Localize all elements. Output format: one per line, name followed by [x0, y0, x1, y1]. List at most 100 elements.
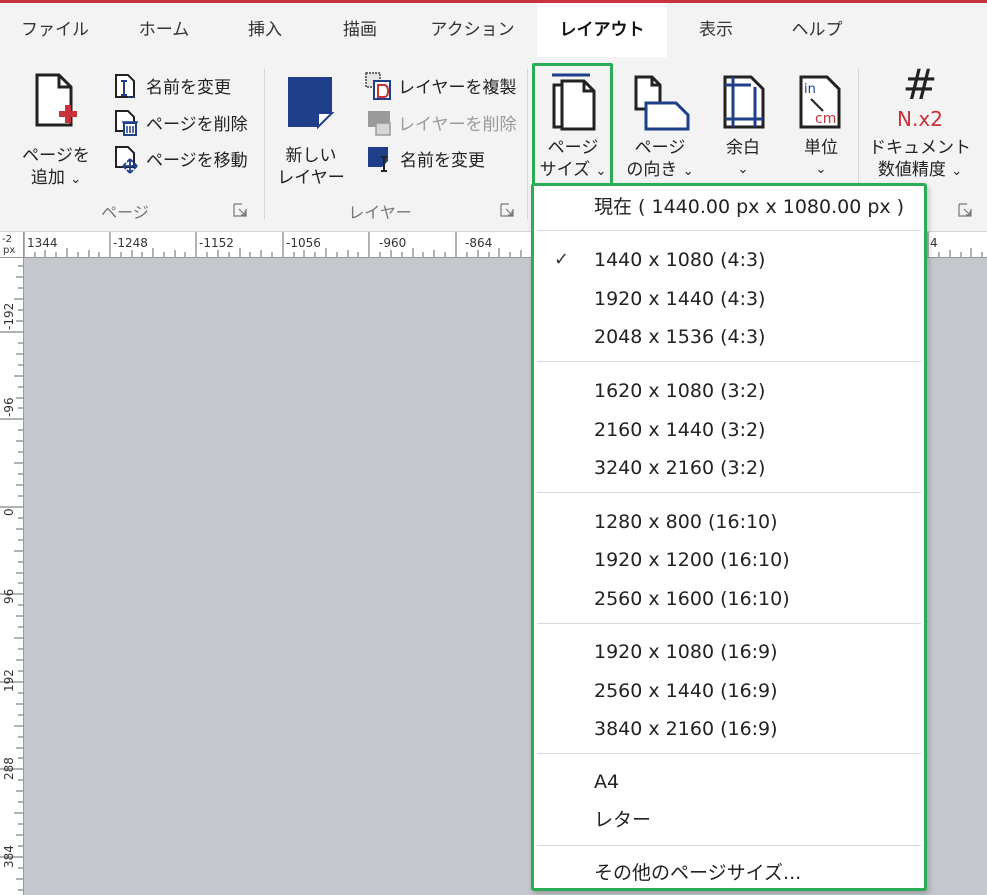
- orientation-label-2: の向き ⌄: [622, 159, 698, 183]
- dialog-launcher-icon[interactable]: [500, 203, 514, 217]
- duplicate-layer-label: レイヤーを複製: [398, 78, 517, 98]
- new-layer-label-1: 新しい: [285, 146, 337, 166]
- menu-item-label: 1920 x 1080 (16:9): [594, 641, 778, 663]
- ruler-tick-label: -960: [379, 236, 407, 250]
- tab-help[interactable]: ヘルプ: [772, 3, 862, 57]
- menu-item-label: 3240 x 2160 (3:2): [594, 457, 766, 479]
- precision-label-1: ドキュメント: [869, 138, 971, 158]
- rename-page-icon: [115, 74, 136, 98]
- menu-item-a4[interactable]: A4: [534, 763, 924, 801]
- menu-item-label: その他のページサイズ...: [594, 862, 802, 884]
- menu-item-label: 2160 x 1440 (3:2): [594, 419, 766, 441]
- menu-item-label: 2048 x 1536 (4:3): [594, 326, 766, 348]
- units-label: 単位: [804, 138, 838, 158]
- tab-insert[interactable]: 挿入: [225, 3, 305, 57]
- group-divider: [527, 69, 528, 219]
- menu-item-2560x1440[interactable]: 2560 x 1440 (16:9): [534, 672, 924, 710]
- chevron-down-icon: ⌄: [815, 162, 827, 177]
- duplicate-layer-icon: [365, 72, 391, 100]
- chevron-down-icon: ⌄: [70, 172, 82, 187]
- menu-item-label: 1440 x 1080 (4:3): [594, 249, 766, 271]
- ruler-tick-label: 1344: [27, 236, 58, 250]
- ruler-tick-label: -1248: [113, 236, 148, 250]
- chevron-down-icon: ⌄: [951, 164, 963, 179]
- ruler-tick-label: 0: [2, 508, 16, 516]
- ruler-tick-label: 192: [2, 669, 16, 692]
- margins-icon: [723, 75, 765, 129]
- vertical-ruler-ticks: [0, 265, 23, 891]
- ruler-tick-label: 288: [2, 757, 16, 780]
- menu-item-2560x1600[interactable]: 2560 x 1600 (16:10): [534, 580, 924, 618]
- tab-action[interactable]: アクション: [420, 3, 525, 57]
- menu-item-label: 1620 x 1080 (3:2): [594, 380, 766, 402]
- dialog-launcher-icon[interactable]: [958, 203, 972, 217]
- menu-item-more-sizes[interactable]: その他のページサイズ...: [534, 854, 924, 892]
- tab-file[interactable]: ファイル: [10, 3, 100, 57]
- rename-layer-icon: [368, 147, 388, 172]
- add-page-label-1: ページを: [22, 146, 90, 166]
- menu-divider: [537, 753, 921, 754]
- rename-layer-label: 名前を変更: [400, 151, 485, 171]
- menu-item-1920x1440[interactable]: 1920 x 1440 (4:3): [534, 280, 924, 318]
- ruler-tick-label: 4: [930, 236, 938, 250]
- precision-label-text: 数値精度: [877, 160, 946, 180]
- menu-item-3840x2160[interactable]: 3840 x 2160 (16:9): [534, 710, 924, 748]
- units-icon: in cm: [799, 75, 841, 129]
- add-page-label-text: 追加: [30, 168, 65, 188]
- units-icon-cm: cm: [815, 111, 836, 127]
- layer-group-label: レイヤー: [348, 203, 412, 222]
- new-layer-label-2: レイヤー: [277, 168, 345, 188]
- tab-draw[interactable]: 描画: [320, 3, 400, 57]
- orientation-label-text: の向き: [626, 160, 678, 180]
- add-page-label-2: 追加 ⌄: [18, 167, 94, 191]
- menu-item-letter[interactable]: レター: [534, 801, 924, 839]
- chevron-down-icon: ⌄: [682, 164, 694, 179]
- menu-item-1280x800[interactable]: 1280 x 800 (16:10): [534, 503, 924, 541]
- chevron-down-icon: ⌄: [737, 162, 749, 177]
- menu-item-current-size[interactable]: 現在 ( 1440.00 px x 1080.00 px ): [534, 188, 924, 226]
- menu-divider: [537, 230, 921, 231]
- margins-label: 余白: [726, 138, 760, 158]
- menu-item-label: 現在 ( 1440.00 px x 1080.00 px ): [594, 196, 905, 218]
- menu-divider: [537, 845, 921, 846]
- menu-item-3240x2160[interactable]: 3240 x 2160 (3:2): [534, 449, 924, 487]
- precision-icon-text: N.x2: [897, 107, 943, 131]
- menu-item-label: 1920 x 1200 (16:10): [594, 549, 790, 571]
- precision-icon: #: [902, 60, 938, 109]
- tab-home[interactable]: ホーム: [118, 3, 210, 57]
- menu-item-1920x1080[interactable]: 1920 x 1080 (16:9): [534, 633, 924, 671]
- app-window: ファイル ホーム 挿入 描画 アクション レイアウト 表示 ヘルプ ページを 追…: [0, 0, 987, 895]
- orientation-label-1: ページ: [634, 138, 686, 158]
- menu-item-2160x1440[interactable]: 2160 x 1440 (3:2): [534, 411, 924, 449]
- vertical-ruler: -192 -96 0 96 192 288 384: [0, 232, 24, 895]
- menu-divider: [537, 492, 921, 493]
- menu-item-label: 1920 x 1440 (4:3): [594, 288, 766, 310]
- orientation-icon: [634, 75, 690, 131]
- new-layer-icon: [288, 77, 335, 130]
- menu-item-label: 3840 x 2160 (16:9): [594, 718, 778, 740]
- menu-item-1620x1080[interactable]: 1620 x 1080 (3:2): [534, 372, 924, 410]
- ruler-tick-label: -1056: [286, 236, 321, 250]
- ruler-tick-label: -864: [465, 236, 493, 250]
- menu-item-2048x1536[interactable]: 2048 x 1536 (4:3): [534, 318, 924, 356]
- ruler-corner-label: -2: [2, 234, 12, 245]
- ruler-unit-label: px: [3, 245, 16, 256]
- page-group-label: ページ: [101, 203, 149, 222]
- units-icon-in: in: [804, 82, 816, 97]
- precision-label-2: 数値精度 ⌄: [866, 159, 974, 183]
- delete-page-label: ページを削除: [146, 115, 248, 135]
- menu-item-1440x1080[interactable]: ✓ 1440 x 1080 (4:3): [534, 241, 924, 279]
- ruler-corner: -2 px: [0, 232, 24, 258]
- page-size-highlight: [532, 63, 613, 189]
- checkmark-icon: ✓: [554, 249, 570, 270]
- menu-item-label: 2560 x 1600 (16:10): [594, 588, 790, 610]
- menu-item-1920x1200[interactable]: 1920 x 1200 (16:10): [534, 541, 924, 579]
- ruler-tick-label: -1152: [199, 236, 234, 250]
- tab-view[interactable]: 表示: [676, 3, 756, 57]
- page-size-menu: 現在 ( 1440.00 px x 1080.00 px ) ✓ 1440 x …: [531, 183, 927, 891]
- rename-page-label: 名前を変更: [146, 78, 231, 98]
- dialog-launcher-icon[interactable]: [233, 203, 247, 217]
- group-divider: [264, 69, 265, 219]
- tab-layout[interactable]: レイアウト: [537, 3, 667, 57]
- move-page-icon: [115, 146, 138, 174]
